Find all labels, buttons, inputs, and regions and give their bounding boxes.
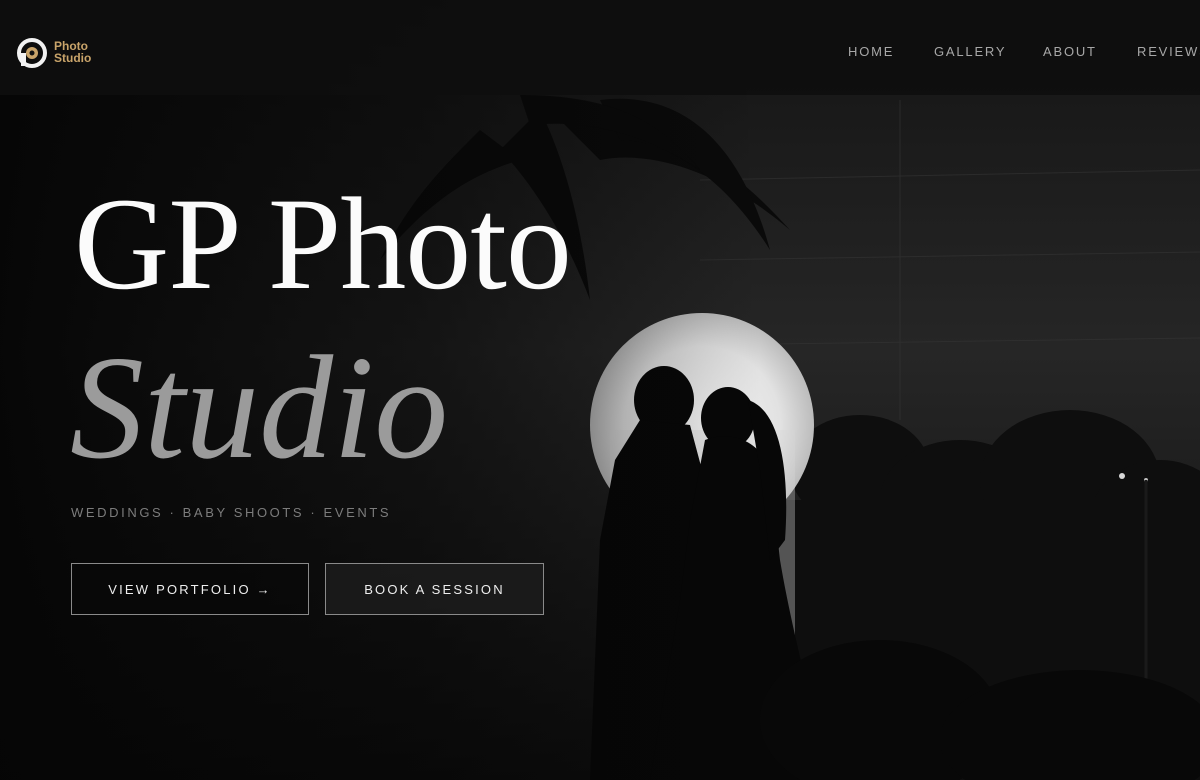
hero-title: GP Photo: [74, 170, 572, 317]
nav-item-reviews[interactable]: REVIEWS: [1137, 44, 1200, 59]
nav-item-home[interactable]: HOME: [848, 44, 894, 59]
book-session-button[interactable]: BOOK A SESSION: [325, 563, 544, 615]
hero-subtitle: Studio: [70, 326, 449, 490]
view-portfolio-button[interactable]: VIEW PORTFOLIO →: [71, 563, 309, 615]
nav-item-about[interactable]: ABOUT: [1043, 44, 1097, 59]
hero-tagline: WEDDINGS · BABY SHOOTS · EVENTS: [71, 505, 392, 520]
nav-item-gallery[interactable]: GALLERY: [934, 44, 1006, 59]
top-navigation-bar: Photo Studio HOME GALLERY ABOUT REVIEWS: [0, 0, 1200, 95]
nav-links: HOME GALLERY ABOUT REVIEWS: [0, 44, 1200, 64]
